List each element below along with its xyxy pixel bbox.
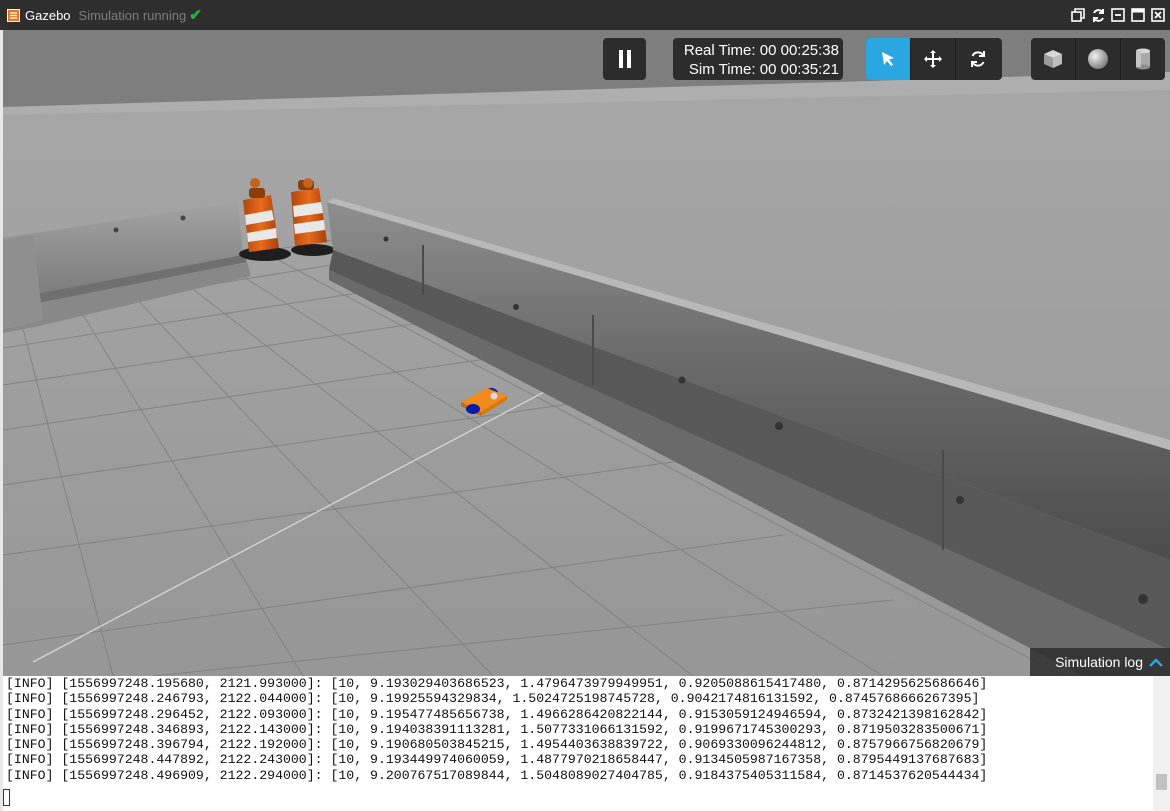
log-scrollbar[interactable] xyxy=(1153,676,1170,811)
refresh-icon[interactable] xyxy=(1090,7,1106,23)
log-line: [INFO] [1556997248.195680, 2121.993000]:… xyxy=(6,676,988,691)
log-line: [INFO] [1556997248.447892, 2122.243000]:… xyxy=(6,752,988,768)
chevron-up-icon xyxy=(1149,658,1163,667)
move-icon xyxy=(924,50,942,68)
simulation-log-panel[interactable]: [INFO] [1556997248.195680, 2121.993000]:… xyxy=(3,676,1153,811)
log-line: [INFO] [1556997248.246793, 2122.044000]:… xyxy=(6,691,980,707)
3d-viewport[interactable]: Real Time: 00 00:25:38 Sim Time: 00 00:3… xyxy=(3,30,1170,676)
pause-icon xyxy=(618,50,631,68)
real-time-label: Real Time: xyxy=(683,42,756,59)
shape-toolbar xyxy=(1031,38,1165,80)
scene-render[interactable] xyxy=(3,30,1170,676)
real-time-row: Real Time: 00 00:25:38 xyxy=(673,41,839,60)
title-bar: Gazebo Simulation running ✔ xyxy=(0,0,1170,30)
sim-time-value: 00 00:35:21 xyxy=(759,61,839,78)
log-header-bar: Simulation log xyxy=(1030,648,1170,676)
app-title: Gazebo xyxy=(25,7,71,23)
text-cursor[interactable] xyxy=(3,789,10,806)
insert-sphere-button[interactable] xyxy=(1075,38,1120,80)
log-text: [INFO] [1556997248.195680, 2121.993000]:… xyxy=(3,676,1153,783)
window-controls xyxy=(1070,7,1166,23)
sim-time-row: Sim Time: 00 00:35:21 xyxy=(673,60,839,79)
simulation-status: Simulation running xyxy=(78,7,187,23)
cursor-icon xyxy=(882,52,894,66)
restore-icon[interactable] xyxy=(1070,7,1086,23)
log-line: [INFO] [1556997248.496909, 2122.294000]:… xyxy=(6,767,988,783)
pause-group xyxy=(603,38,646,80)
log-line: [INFO] [1556997248.296452, 2122.093000]:… xyxy=(6,706,988,722)
log-toggle-button[interactable] xyxy=(1148,656,1164,668)
gazebo-logo-icon xyxy=(7,8,20,22)
box-icon xyxy=(1044,50,1062,68)
translate-mode-button[interactable] xyxy=(910,38,955,80)
rotate-icon xyxy=(971,51,985,67)
log-line: [INFO] [1556997248.346893, 2122.143000]:… xyxy=(6,721,988,737)
maximize-icon[interactable] xyxy=(1130,7,1146,23)
log-header: Simulation log xyxy=(3,648,1170,676)
cylinder-icon xyxy=(1136,48,1150,70)
sim-time-label: Sim Time: xyxy=(688,61,756,78)
close-icon[interactable] xyxy=(1150,7,1166,23)
log-line: [INFO] [1556997248.396794, 2122.192000]:… xyxy=(6,737,988,753)
mode-toolbar xyxy=(866,38,1002,80)
check-icon: ✔ xyxy=(189,7,202,24)
time-display: Real Time: 00 00:25:38 Sim Time: 00 00:3… xyxy=(673,38,843,80)
log-scroll-thumb[interactable] xyxy=(1156,774,1167,790)
simulation-log-title: Simulation log xyxy=(1055,654,1143,670)
rotate-mode-button[interactable] xyxy=(955,38,1000,80)
pause-button[interactable] xyxy=(603,38,646,80)
select-mode-button[interactable] xyxy=(866,38,910,80)
insert-cylinder-button[interactable] xyxy=(1120,38,1165,80)
minimize-icon[interactable] xyxy=(1110,7,1126,23)
insert-box-button[interactable] xyxy=(1031,38,1075,80)
real-time-value: 00 00:25:38 xyxy=(759,42,839,59)
sphere-icon xyxy=(1088,49,1108,69)
